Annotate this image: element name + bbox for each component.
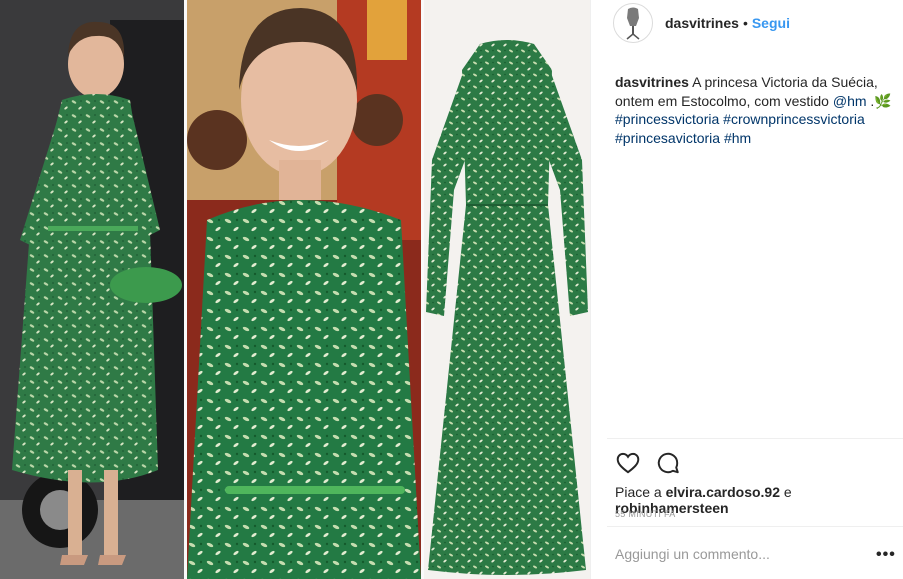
post-image[interactable] [0,0,590,579]
divider [607,438,903,439]
liker-link[interactable]: elvira.cardoso.92 [666,484,780,500]
heart-icon[interactable] [615,450,641,476]
caption-username[interactable]: dasvitrines [615,74,689,90]
mention-link[interactable]: @hm [833,93,867,109]
hashtag-link[interactable]: #crownprincessvictoria [723,111,865,127]
photo-full-length [0,0,184,579]
action-bar [615,450,681,476]
username-link[interactable]: dasvitrines [665,15,739,31]
post-sidebar: dasvitrines • Segui dasvitrines A prince… [590,0,903,579]
divider [607,526,903,527]
follow-button[interactable]: Segui [752,15,790,31]
photo-dress-product [424,0,590,579]
hashtag-link[interactable]: #princesavictoria [615,130,720,146]
dress-form-icon [626,7,640,40]
hashtag-link[interactable]: #hm [724,130,751,146]
post-timestamp[interactable]: 55 MINUTI FA [615,509,676,519]
likes-joiner: e [783,484,792,500]
post-header: dasvitrines • Segui [591,0,903,46]
post-caption: dasvitrines A princesa Victoria da Suéci… [615,73,899,147]
photo-close-up [187,0,421,579]
likes-prefix: Piace a [615,484,662,500]
comment-input[interactable] [615,546,870,562]
hashtag-link[interactable]: #princessvictoria [615,111,719,127]
more-options-icon[interactable]: ••• [876,546,896,564]
caption-emoji: .🌿 [866,92,892,109]
comment-bubble-icon[interactable] [655,450,681,476]
avatar[interactable] [613,3,653,43]
separator-dot: • [742,15,748,31]
